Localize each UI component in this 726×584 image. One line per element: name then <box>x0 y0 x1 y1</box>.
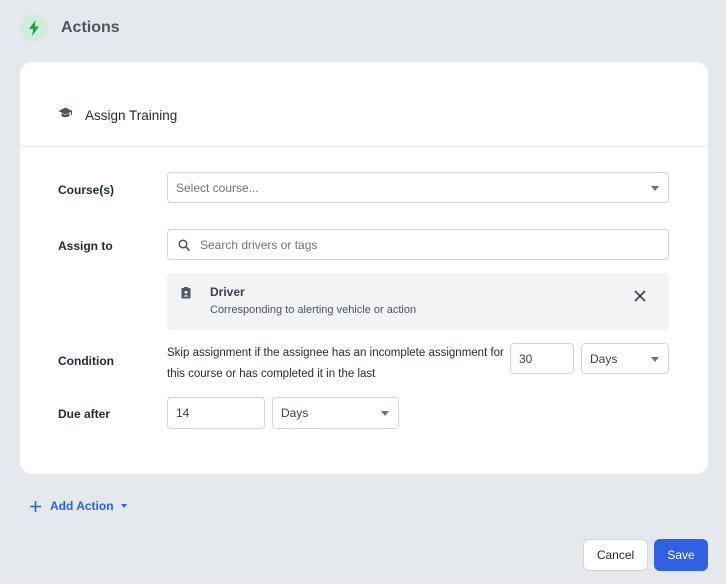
course-label: Course(s) <box>58 183 115 197</box>
assignee-title: Driver <box>210 285 245 299</box>
actions-header: Actions <box>20 14 120 42</box>
course-select[interactable]: Select course... <box>167 172 669 203</box>
cancel-button[interactable]: Cancel <box>583 539 648 571</box>
id-badge-icon <box>181 286 191 304</box>
search-placeholder: Search drivers or tags <box>200 237 318 252</box>
save-button[interactable]: Save <box>654 539 708 571</box>
chevron-down-icon <box>381 411 389 416</box>
due-after-value-input[interactable]: 14 <box>167 397 265 429</box>
condition-value-input[interactable]: 30 <box>510 343 574 374</box>
graduation-cap-icon <box>58 106 73 124</box>
course-select-placeholder: Select course... <box>176 180 259 195</box>
assign-to-label: Assign to <box>58 239 113 253</box>
page-title: Actions <box>61 19 120 36</box>
due-after-unit-value: Days <box>281 406 309 420</box>
due-after-label: Due after <box>58 407 111 421</box>
search-icon <box>178 238 190 251</box>
condition-unit-value: Days <box>590 351 618 366</box>
action-card: Assign Training Course(s) Select course.… <box>20 62 708 474</box>
selected-assignee-card: Driver Corresponding to alerting vehicle… <box>167 273 669 330</box>
action-title: Assign Training <box>85 107 178 123</box>
assignee-search-input[interactable]: Search drivers or tags <box>167 229 669 260</box>
chevron-down-icon <box>120 504 127 508</box>
due-after-unit-select[interactable]: Days <box>272 397 399 429</box>
lightning-bolt-icon <box>20 14 48 42</box>
add-action-button[interactable]: Add Action <box>30 499 127 513</box>
assignee-subtitle: Corresponding to alerting vehicle or act… <box>210 304 417 316</box>
chevron-down-icon <box>651 356 659 362</box>
plus-icon <box>30 500 41 512</box>
due-after-value: 14 <box>176 406 190 420</box>
close-icon[interactable] <box>633 289 647 303</box>
action-card-header: Assign Training <box>20 62 708 147</box>
condition-value: 30 <box>519 351 533 366</box>
condition-label: Condition <box>58 354 114 368</box>
condition-description: Skip assignment if the assignee has an i… <box>167 347 504 380</box>
chevron-down-icon <box>651 185 659 191</box>
add-action-label: Add Action <box>50 499 114 513</box>
condition-unit-select[interactable]: Days <box>581 343 669 374</box>
